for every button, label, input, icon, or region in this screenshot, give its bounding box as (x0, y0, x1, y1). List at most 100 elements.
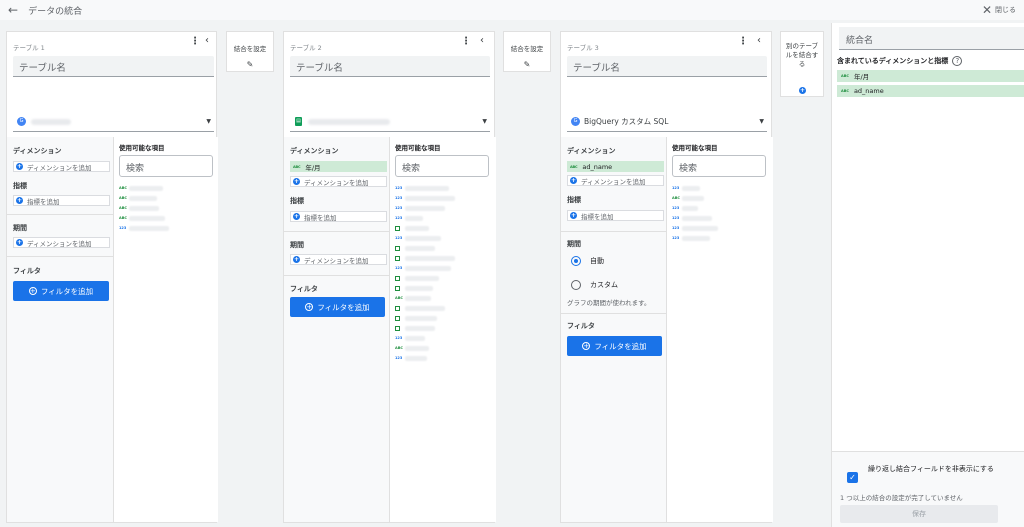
help-icon[interactable]: ? (952, 56, 963, 66)
field-item[interactable]: 123 (395, 193, 455, 203)
filter-header: フィルタ (290, 285, 318, 293)
number-type-icon: 123 (672, 236, 680, 240)
dimension-chip[interactable]: ABC 年/月 (290, 161, 387, 172)
field-item[interactable]: 123 (395, 233, 455, 243)
field-item[interactable] (395, 223, 455, 233)
filter-header: フィルタ (567, 322, 595, 330)
bigquery-icon: G (17, 117, 26, 126)
field-item[interactable]: 123 (672, 183, 718, 193)
included-field-label: ad_name (853, 87, 884, 95)
field-item[interactable]: 123 (395, 353, 455, 363)
field-item[interactable]: ABC (395, 343, 455, 353)
field-search-input[interactable]: 検索 (395, 155, 489, 177)
add-filter-button[interactable]: + フィルタを追加 (13, 281, 109, 301)
data-source-select[interactable]: G BigQuery カスタム SQL ▼ (567, 112, 767, 132)
more-vert-icon[interactable]: ⋮ (190, 36, 200, 47)
data-source-select[interactable]: ▤ ▼ (290, 112, 490, 132)
add-dimension-button[interactable]: + ディメンションを追加 (290, 176, 387, 187)
period-header: 期間 (567, 240, 581, 248)
add-filter-label: フィルタを追加 (594, 341, 647, 351)
add-dimension-label: ディメンションを追加 (304, 256, 369, 265)
field-item[interactable]: 123 (395, 333, 455, 343)
filter-header: フィルタ (13, 267, 41, 275)
add-period-dimension-button[interactable]: + ディメンションを追加 (13, 237, 110, 248)
add-metric-button[interactable]: + 指標を追加 (290, 211, 387, 222)
field-item[interactable]: 123 (119, 223, 169, 233)
join-config-label: 結合を設定 (233, 45, 267, 53)
join-config-button-1[interactable]: 結合を設定 ✎ (226, 31, 274, 72)
more-vert-icon[interactable]: ⋮ (738, 36, 748, 47)
add-dimension-button[interactable]: + ディメンションを追加 (13, 161, 110, 172)
field-item[interactable] (395, 303, 455, 313)
table-name-input[interactable]: テーブル名 (290, 56, 490, 77)
table-title: テーブル 2 (290, 44, 322, 52)
field-item[interactable]: ABC (119, 183, 169, 193)
field-item[interactable]: 123 (395, 213, 455, 223)
more-vert-icon[interactable]: ⋮ (461, 36, 471, 47)
available-fields-column: 使用可能な項目 検索 123 123 123 123 123 123 ABC 1… (390, 137, 496, 522)
close-button[interactable]: ✕ 閉じる (982, 3, 1016, 17)
period-option-auto[interactable]: 自動 (571, 256, 604, 266)
add-filter-button[interactable]: + フィルタを追加 (290, 297, 385, 317)
hide-repeated-fields-checkbox[interactable]: ✓ (847, 472, 858, 483)
field-item[interactable]: 123 (395, 183, 455, 193)
field-item[interactable]: ABC (395, 293, 455, 303)
field-item[interactable] (395, 323, 455, 333)
field-item[interactable] (395, 283, 455, 293)
plus-icon: + (293, 213, 300, 220)
period-option-custom[interactable]: カスタム (571, 280, 618, 290)
field-item[interactable]: 123 (672, 233, 718, 243)
field-item[interactable] (395, 273, 455, 283)
table-name-input[interactable]: テーブル名 (13, 56, 214, 77)
field-item[interactable]: 123 (395, 263, 455, 273)
period-header: 期間 (290, 241, 304, 249)
data-source-select[interactable]: G ▼ (13, 112, 214, 132)
included-field-chip[interactable]: ABC ad_name (837, 85, 1024, 97)
table-name-input[interactable]: テーブル名 (567, 56, 767, 77)
included-field-chip[interactable]: ABC 年/月 (837, 70, 1024, 82)
back-arrow-icon[interactable]: ← (8, 3, 18, 17)
field-item[interactable] (395, 253, 455, 263)
radio-button-selected[interactable] (571, 256, 581, 266)
metric-header: 指標 (567, 196, 581, 204)
chevron-left-icon[interactable]: ‹ (205, 35, 209, 46)
text-type-icon: ABC (395, 296, 403, 300)
join-config-button-2[interactable]: 結合を設定 ✎ (503, 31, 551, 72)
field-item[interactable]: ABC (119, 193, 169, 203)
text-type-icon: ABC (119, 206, 127, 210)
add-metric-button[interactable]: + 指標を追加 (567, 210, 664, 221)
period-note: グラフの期間が使われます。 (567, 299, 651, 307)
text-type-icon: ABC (672, 196, 680, 200)
table-title: テーブル 3 (567, 44, 599, 52)
add-filter-button[interactable]: + フィルタを追加 (567, 336, 662, 356)
blend-name-input[interactable]: 統合名 (839, 27, 1024, 50)
available-fields-column: 使用可能な項目 検索 ABC ABC ABC ABC 123 (114, 137, 218, 522)
field-item[interactable]: 123 (395, 203, 455, 213)
field-item[interactable]: ABC (119, 203, 169, 213)
dimension-chip[interactable]: ABC ad_name (567, 161, 664, 172)
data-source-name-redacted (308, 118, 390, 125)
add-dimension-button[interactable]: + ディメンションを追加 (567, 175, 664, 186)
field-item[interactable]: 123 (672, 213, 718, 223)
field-search-input[interactable]: 検索 (119, 155, 213, 177)
field-search-input[interactable]: 検索 (672, 155, 766, 177)
plus-icon: + (293, 256, 300, 263)
save-button[interactable]: 保存 (840, 505, 998, 523)
field-item[interactable]: 123 (672, 203, 718, 213)
field-item[interactable] (395, 243, 455, 253)
add-metric-button[interactable]: + 指標を追加 (13, 195, 110, 206)
add-table-button[interactable]: 別のテーブルを結合する + (780, 31, 824, 97)
field-item[interactable]: ABC (119, 213, 169, 223)
radio-button[interactable] (571, 280, 581, 290)
included-fields-header: 含まれているディメンションと指標 ? (837, 56, 963, 66)
number-type-icon: 123 (395, 356, 403, 360)
text-type-icon: ABC (119, 186, 127, 190)
chevron-left-icon[interactable]: ‹ (480, 35, 484, 46)
caret-down-icon: ▼ (482, 118, 487, 125)
field-item[interactable]: ABC (672, 193, 718, 203)
field-item[interactable]: 123 (672, 223, 718, 233)
chevron-left-icon[interactable]: ‹ (757, 35, 761, 46)
add-period-dimension-button[interactable]: + ディメンションを追加 (290, 254, 387, 265)
field-item[interactable] (395, 313, 455, 323)
number-type-icon: 123 (395, 336, 403, 340)
